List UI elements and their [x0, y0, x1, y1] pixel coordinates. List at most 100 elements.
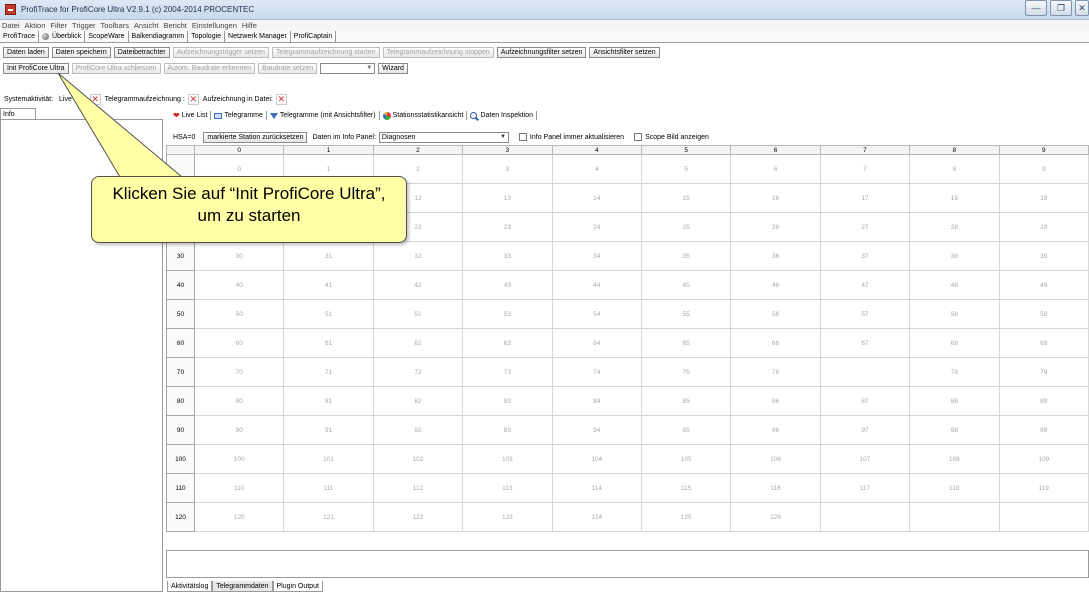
menu-datei[interactable]: Datei: [0, 20, 23, 31]
station-cell[interactable]: 121: [283, 502, 374, 532]
station-cell[interactable]: 23: [462, 212, 553, 242]
station-cell[interactable]: 54: [551, 299, 642, 329]
station-cell[interactable]: [998, 502, 1089, 532]
station-cell[interactable]: 26: [730, 212, 821, 242]
station-cell[interactable]: 100: [193, 444, 285, 474]
menu-trigger[interactable]: Trigger: [70, 20, 98, 31]
station-cell[interactable]: 30: [193, 241, 285, 271]
station-cell[interactable]: 123: [462, 502, 553, 532]
telegrammaufzeichnung-stoppen-button[interactable]: Telegrammaufzeichnung stoppen: [382, 47, 494, 58]
tab-telegramme-filter[interactable]: Telegramme (mit Ansichtsfilter): [267, 111, 380, 120]
station-cell[interactable]: 68: [909, 328, 1000, 358]
station-cell[interactable]: 6: [730, 154, 821, 184]
dateibetrachter-button[interactable]: Dateibetrachter: [113, 47, 170, 58]
station-cell[interactable]: 124: [551, 502, 642, 532]
station-cell[interactable]: 116: [730, 473, 821, 503]
tab-telegramme[interactable]: Telegramme: [211, 111, 267, 120]
aufzeichnungstrigger-button[interactable]: Aufzeichnungstrigger setzen: [172, 47, 269, 58]
station-cell[interactable]: 110: [193, 473, 285, 503]
maximize-button[interactable]: ❐: [1050, 0, 1072, 16]
station-cell[interactable]: 55: [640, 299, 732, 329]
station-cell[interactable]: 33: [462, 241, 553, 271]
tab-proficaptain[interactable]: ProfiCaptain: [291, 31, 337, 42]
station-cell[interactable]: 71: [283, 357, 374, 387]
station-cell[interactable]: 85: [640, 386, 732, 416]
station-cell[interactable]: 25: [640, 212, 732, 242]
station-cell[interactable]: 62: [372, 328, 464, 358]
station-cell[interactable]: 67: [819, 328, 911, 358]
station-cell[interactable]: 97: [819, 415, 911, 445]
station-cell[interactable]: 80: [193, 386, 285, 416]
tab-plugin-output[interactable]: Plugin Output: [272, 581, 323, 592]
daten-laden-button[interactable]: Daten laden: [3, 47, 49, 58]
tab-netzwerk-manager[interactable]: Netzwerk Manager: [225, 31, 291, 42]
station-cell[interactable]: 19: [998, 183, 1089, 213]
station-cell[interactable]: 50: [193, 299, 285, 329]
station-cell[interactable]: 57: [819, 299, 911, 329]
station-cell[interactable]: 78: [909, 357, 1000, 387]
station-cell[interactable]: 13: [462, 183, 553, 213]
tab-stationsstatistik[interactable]: Stationsstatistikansicht: [380, 111, 468, 120]
station-cell[interactable]: 126: [730, 502, 821, 532]
station-cell[interactable]: 96: [730, 415, 821, 445]
info-panel-tab[interactable]: Info Panel: [0, 108, 36, 127]
station-cell[interactable]: 41: [283, 270, 374, 300]
autom-baudrate-button[interactable]: Autom. Baudrate erkennen: [163, 63, 256, 74]
scope-checkbox[interactable]: [634, 133, 643, 141]
station-cell[interactable]: 8: [909, 154, 1000, 184]
tab-profitrace[interactable]: ProfiTrace: [0, 31, 40, 42]
station-cell[interactable]: 114: [551, 473, 642, 503]
station-cell[interactable]: 117: [819, 473, 911, 503]
minimize-button[interactable]: —: [1025, 0, 1047, 16]
station-cell[interactable]: 53: [462, 299, 553, 329]
station-cell[interactable]: 122: [372, 502, 464, 532]
station-cell[interactable]: 70: [193, 357, 285, 387]
station-cell[interactable]: 113: [462, 473, 553, 503]
station-cell[interactable]: 112: [372, 473, 464, 503]
reset-station-button[interactable]: markierte Station zurücksetzen: [203, 131, 308, 143]
station-cell[interactable]: 94: [551, 415, 642, 445]
station-cell[interactable]: 83: [462, 386, 553, 416]
station-cell[interactable]: 125: [640, 502, 732, 532]
station-cell[interactable]: 37: [819, 241, 911, 271]
station-cell[interactable]: 4: [551, 154, 642, 184]
station-cell[interactable]: 52: [372, 299, 464, 329]
station-cell[interactable]: 42: [372, 270, 464, 300]
station-cell[interactable]: 28: [909, 212, 1000, 242]
station-cell[interactable]: 79: [998, 357, 1089, 387]
station-cell[interactable]: 17: [819, 183, 911, 213]
station-cell[interactable]: 86: [730, 386, 821, 416]
station-cell[interactable]: 40: [193, 270, 285, 300]
station-cell[interactable]: 65: [640, 328, 732, 358]
proficore-schliessen-button[interactable]: ProfiCore Ultra schliessen: [71, 63, 161, 74]
station-cell[interactable]: 108: [909, 444, 1000, 474]
tab-daten-inspektion[interactable]: Daten Inspektion: [467, 111, 537, 120]
station-cell[interactable]: 103: [462, 444, 553, 474]
station-cell[interactable]: 120: [193, 502, 285, 532]
station-cell[interactable]: 74: [551, 357, 642, 387]
menu-einstellungen[interactable]: Einstellungen: [190, 20, 240, 31]
always-update-checkbox[interactable]: [518, 133, 527, 141]
station-cell[interactable]: 76: [730, 357, 821, 387]
station-cell[interactable]: 98: [909, 415, 1000, 445]
tab-aktivitaetslog[interactable]: Aktivitätslog: [167, 581, 213, 592]
station-cell[interactable]: [909, 502, 1000, 532]
station-cell[interactable]: 92: [372, 415, 464, 445]
station-cell[interactable]: 18: [909, 183, 1000, 213]
station-cell[interactable]: [819, 502, 911, 532]
station-cell[interactable]: 118: [909, 473, 1000, 503]
menu-ansicht[interactable]: Ansicht: [132, 20, 162, 31]
menu-bericht[interactable]: Bericht: [162, 20, 190, 31]
baudrate-select[interactable]: ▼: [320, 63, 376, 74]
tab-balkendiagramm[interactable]: Balkendiagramm: [129, 31, 189, 42]
tab-ueberblick[interactable]: Überblick: [39, 31, 86, 42]
station-cell[interactable]: 101: [283, 444, 374, 474]
init-proficore-button[interactable]: Init ProfiCore Ultra: [3, 63, 69, 74]
station-cell[interactable]: 105: [640, 444, 732, 474]
station-cell[interactable]: 45: [640, 270, 732, 300]
tab-live-list[interactable]: ❤ Live List: [170, 111, 212, 120]
station-cell[interactable]: [819, 357, 911, 387]
station-cell[interactable]: 27: [819, 212, 911, 242]
station-cell[interactable]: 102: [372, 444, 464, 474]
station-cell[interactable]: 39: [998, 241, 1089, 271]
